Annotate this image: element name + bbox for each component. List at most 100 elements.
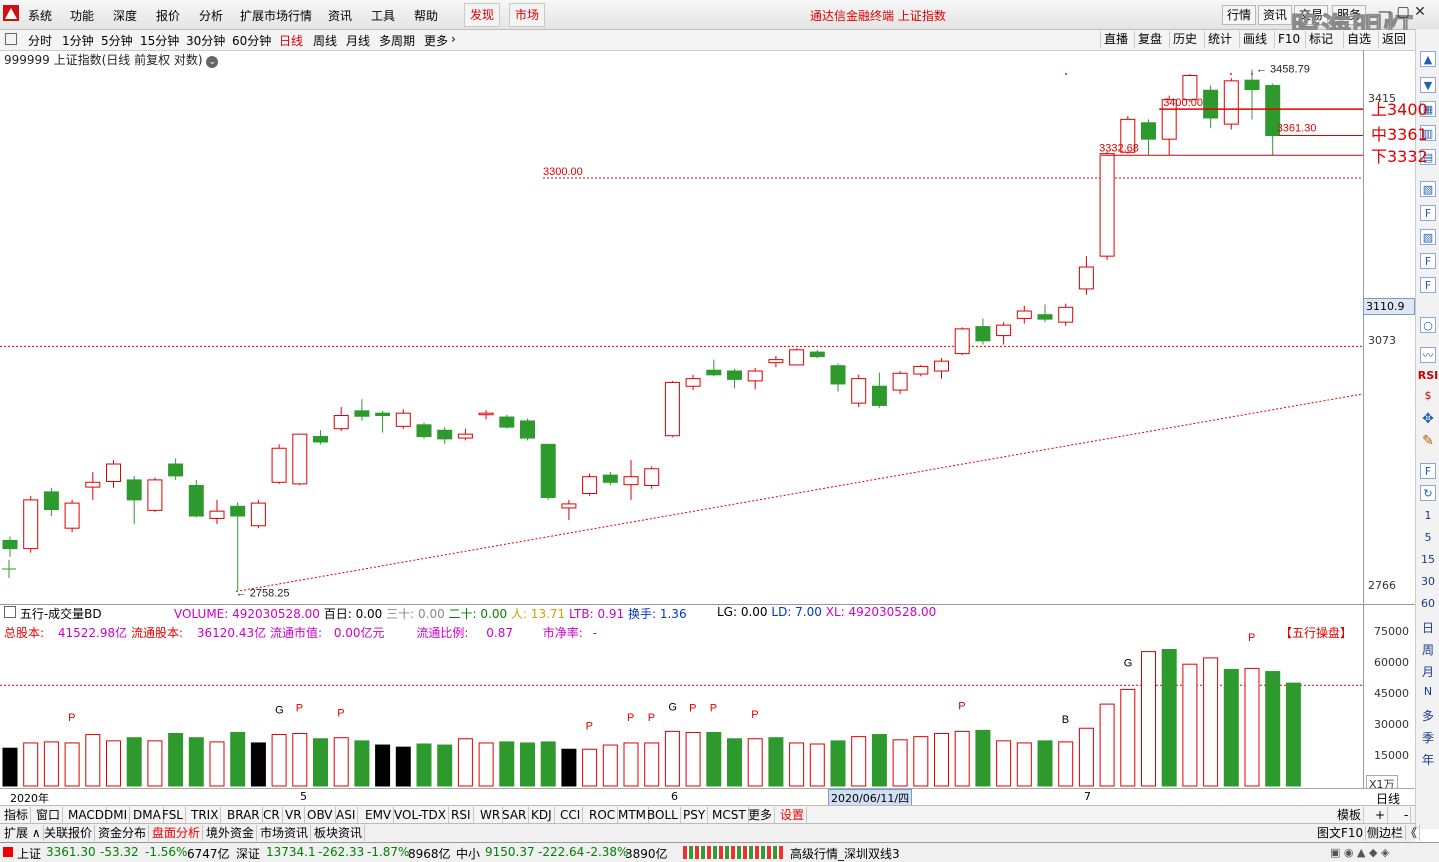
nav-down-icon[interactable]: ▼ (1420, 77, 1436, 93)
menu-quote[interactable]: 报价 (156, 7, 180, 24)
func-tab[interactable]: 境外资金 (204, 825, 258, 841)
news-button[interactable]: 资讯 (1258, 5, 1293, 25)
volume-chart[interactable]: PG P PPP PG P PPPBGP (0, 606, 1363, 788)
indicator-tab[interactable]: PSY (681, 807, 709, 823)
f10-button[interactable]: F10 (1274, 31, 1303, 48)
func-tab[interactable]: 扩展 ∧ (2, 825, 44, 841)
period-side-1[interactable]: 1 (1416, 509, 1439, 522)
indicator-tab[interactable]: TRIX (189, 807, 222, 823)
dollar-icon[interactable]: $ (1416, 389, 1439, 402)
table-icon[interactable]: F (1420, 205, 1436, 221)
app-logo-icon[interactable] (3, 5, 19, 21)
period-monthly[interactable]: 月线 (346, 32, 370, 49)
period-daily[interactable]: 日线 (279, 32, 303, 49)
sz-name[interactable]: 深证 (236, 845, 260, 862)
menu-function[interactable]: 功能 (70, 7, 94, 24)
func-tab[interactable]: 盘面分析 (150, 825, 204, 841)
func-tab[interactable]: 关联报价 (42, 825, 96, 841)
period-weekly[interactable]: 周线 (313, 32, 337, 49)
period-more[interactable]: 更多 (424, 32, 448, 49)
indicator-tab[interactable]: MACD (66, 807, 107, 823)
collapse-button[interactable]: 《 (1403, 825, 1421, 841)
sh-name[interactable]: 上证 (17, 845, 41, 862)
add-button[interactable]: + (1373, 807, 1389, 823)
tray-icons[interactable]: ▣ ◉ ▲ ◆ ◈ (1330, 846, 1389, 859)
replay-button[interactable]: 复盘 (1134, 31, 1165, 48)
period-side-day[interactable]: 日 (1416, 619, 1439, 636)
indicator-tab[interactable]: CCI (558, 807, 584, 823)
period-60min[interactable]: 60分钟 (232, 32, 271, 49)
rsi-icon[interactable]: RSI (1416, 369, 1439, 382)
menu-news[interactable]: 资讯 (328, 7, 352, 24)
indicator-tab[interactable]: 更多 (746, 807, 776, 823)
chevron-right-icon[interactable]: › (451, 32, 456, 46)
quote-button[interactable]: 行情 (1222, 5, 1257, 25)
period-side-n[interactable]: N (1416, 685, 1439, 698)
zx-name[interactable]: 中小 (456, 845, 480, 862)
period-side-week[interactable]: 周 (1416, 641, 1439, 658)
f5-icon[interactable]: F (1420, 463, 1436, 479)
nav-up-icon[interactable]: ▲ (1420, 51, 1436, 67)
trend-icon[interactable]: 〰 (1420, 347, 1436, 363)
stock-icon[interactable]: ▨ (1420, 229, 1436, 245)
indicator-tab[interactable]: VR (283, 807, 305, 823)
tab-market[interactable]: 市场 (509, 3, 546, 27)
indicator-tab[interactable]: DMI (102, 807, 131, 823)
indicator-tab[interactable]: BRAR (225, 807, 263, 823)
func-tab[interactable]: 资金分布 (96, 825, 150, 841)
func-tab[interactable]: 市场资讯 (258, 825, 312, 841)
indicator-window[interactable]: 窗口 (34, 807, 64, 823)
indicator-tab[interactable]: FSL (160, 807, 186, 823)
indicator-tab[interactable]: SAR (500, 807, 530, 823)
indicator-tab[interactable]: DMA (131, 807, 164, 823)
indicator-tab[interactable]: 设置 (778, 807, 808, 823)
menu-system[interactable]: 系统 (28, 7, 52, 24)
move-icon[interactable]: ✥ (1416, 411, 1439, 427)
indicator-tab[interactable]: ROC (587, 807, 619, 823)
pencil-icon[interactable]: ✎ (1416, 433, 1439, 449)
indicator-tab[interactable]: OBV (305, 807, 336, 823)
stats-button[interactable]: 统计 (1204, 31, 1235, 48)
sidebar-button[interactable]: 侧边栏 (1365, 825, 1407, 841)
indicator-tab[interactable]: KDJ (529, 807, 555, 823)
period-side-multi[interactable]: 多 (1416, 707, 1439, 724)
period-side-60[interactable]: 60 (1416, 597, 1439, 610)
period-side-5[interactable]: 5 (1416, 531, 1439, 544)
indicator-tab[interactable]: ASI (334, 807, 359, 823)
menu-extended-market[interactable]: 扩展市场行情 (240, 7, 312, 24)
period-15min[interactable]: 15分钟 (140, 32, 179, 49)
history-button[interactable]: 历史 (1169, 31, 1200, 48)
indicator-tab[interactable]: BOLL (645, 807, 681, 823)
remove-button[interactable]: - (1402, 807, 1412, 823)
refresh-icon[interactable]: ↻ (1420, 485, 1436, 501)
period-5min[interactable]: 5分钟 (101, 32, 133, 49)
tab-discover[interactable]: 发现 (464, 3, 501, 27)
indicator-tab[interactable]: RSI (449, 807, 474, 823)
toggle-panel-icon[interactable] (5, 33, 17, 45)
indicator-tab[interactable]: EMV (363, 807, 395, 823)
window-controls[interactable]: — ▢ ✕ (1378, 4, 1426, 20)
live-button[interactable]: 直播 (1100, 31, 1131, 48)
fund-icon[interactable]: F (1420, 253, 1436, 269)
mark-button[interactable]: 标记 (1305, 31, 1336, 48)
func-tab[interactable]: 板块资讯 (312, 825, 366, 841)
fiz-icon[interactable]: F (1420, 277, 1436, 293)
period-1min[interactable]: 1分钟 (62, 32, 94, 49)
period-tick[interactable]: 分时 (28, 32, 52, 49)
f10-panel-button[interactable]: 图文F10 (1315, 825, 1367, 841)
indicator-tab[interactable]: CR (261, 807, 283, 823)
period-side-15[interactable]: 15 (1416, 553, 1439, 566)
candlestick-chart[interactable]: 3300.00 3400.00 3361.30 3332.68 ← 2758.25 ← 3… (0, 50, 1363, 606)
indicator-tab[interactable]: VOL-TDX (392, 807, 449, 823)
period-multi[interactable]: 多周期 (379, 32, 415, 49)
period-side-year[interactable]: 年 (1416, 751, 1439, 768)
period-side-season[interactable]: 季 (1416, 729, 1439, 746)
watchlist-button[interactable]: 自选 (1343, 31, 1374, 48)
period-side-30[interactable]: 30 (1416, 575, 1439, 588)
period-30min[interactable]: 30分钟 (186, 32, 225, 49)
back-button[interactable]: 返回 (1378, 31, 1409, 48)
indicator-tab[interactable]: MCST (710, 807, 749, 823)
info-icon[interactable]: ○ (1420, 317, 1436, 333)
menu-help[interactable]: 帮助 (414, 7, 438, 24)
period-side-month[interactable]: 月 (1416, 663, 1439, 680)
